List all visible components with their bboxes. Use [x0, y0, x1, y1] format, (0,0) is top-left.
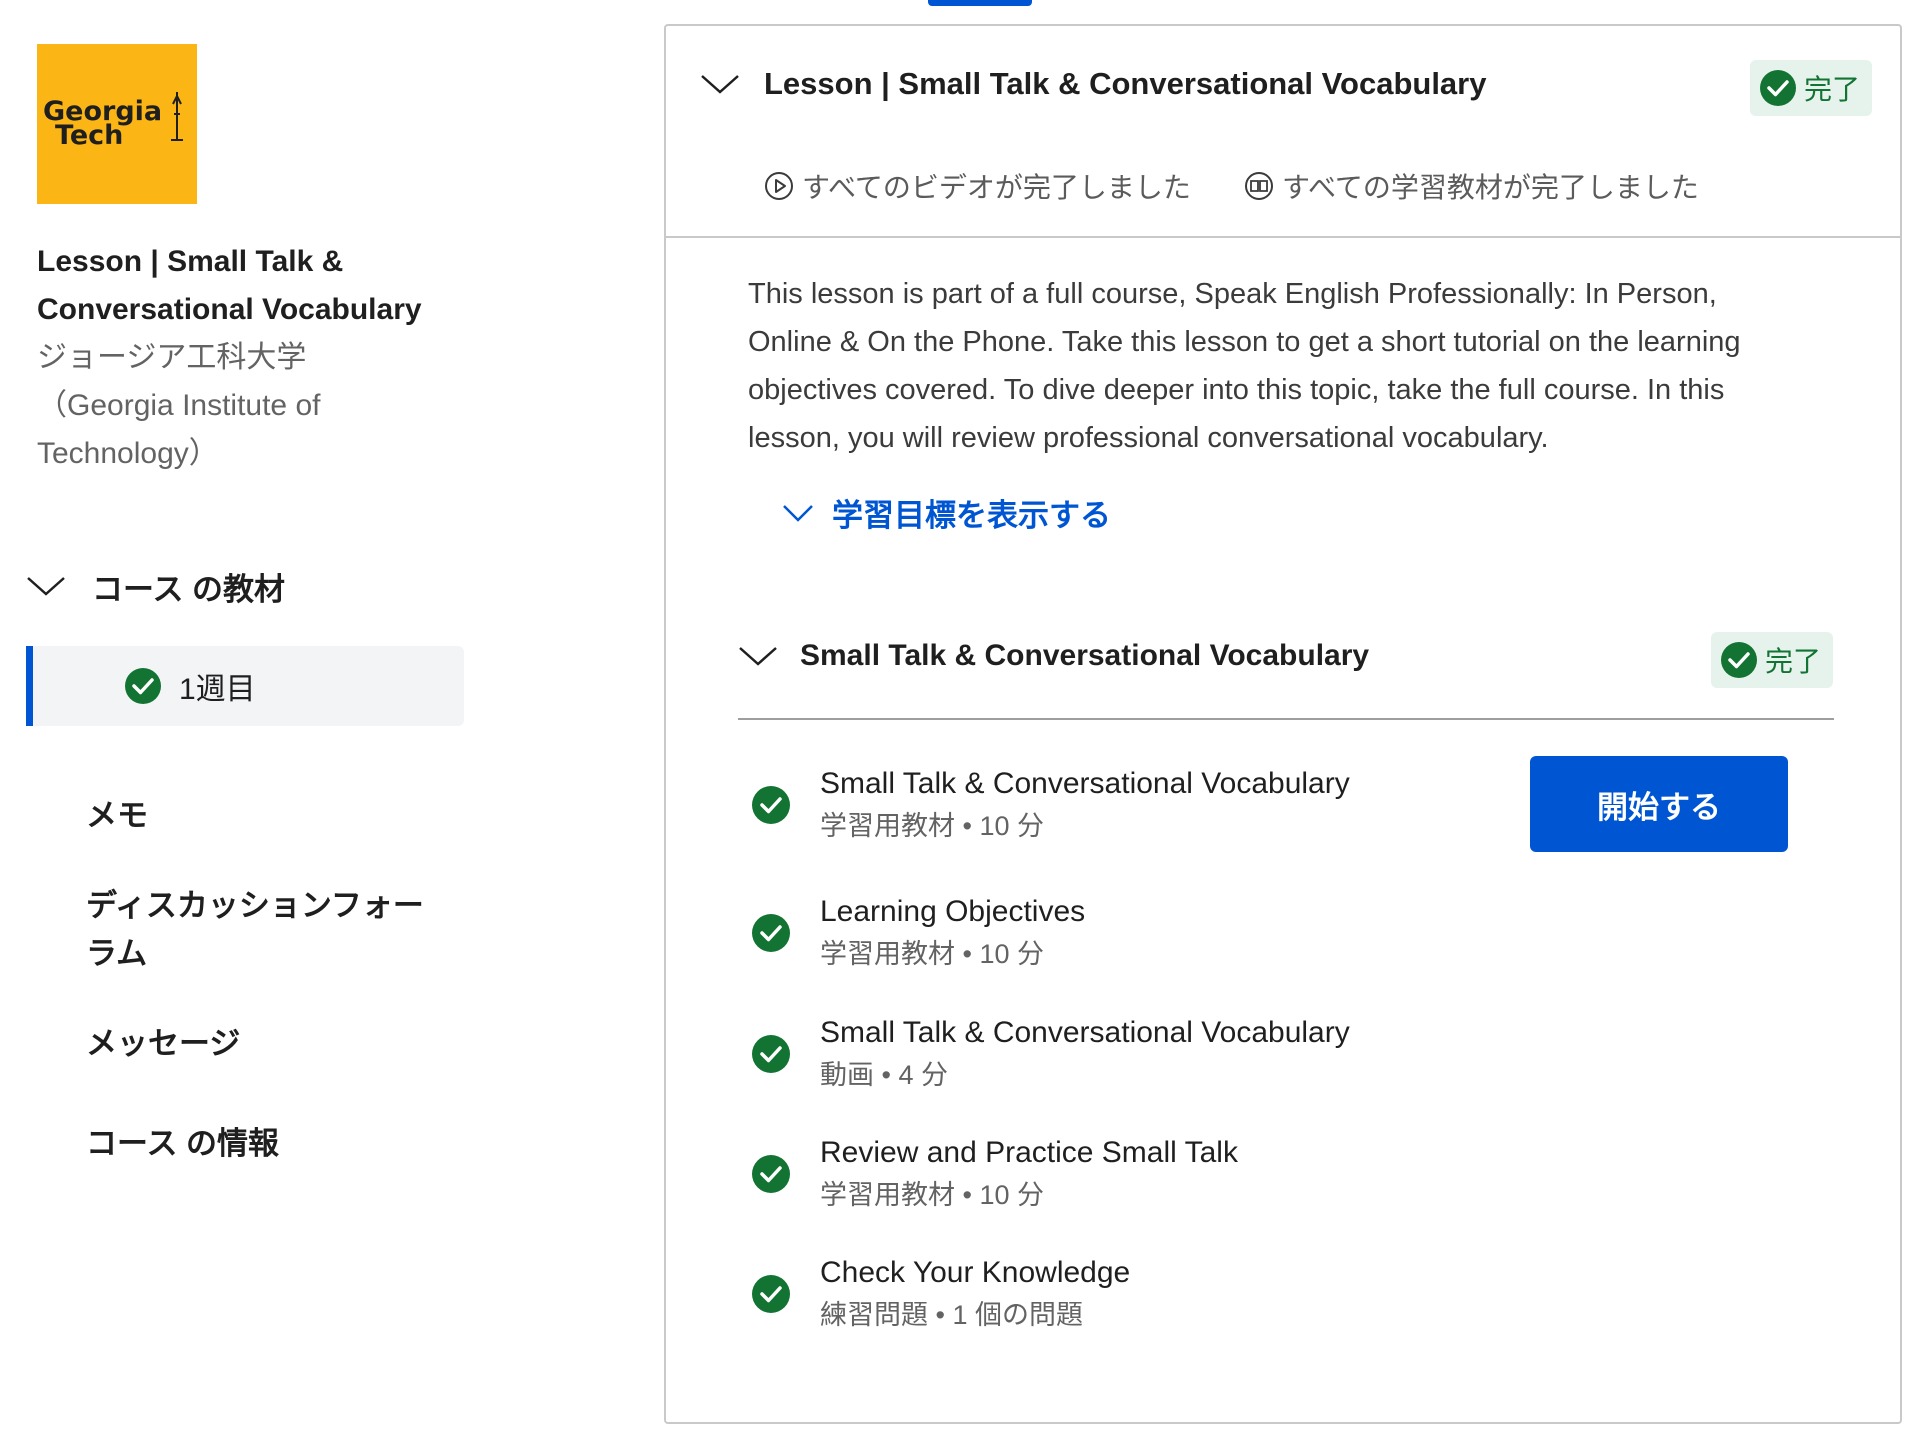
check-circle-icon	[752, 1035, 790, 1073]
item-meta: 学習用教材 • 10 分	[820, 939, 1044, 969]
play-circle-icon	[765, 172, 793, 200]
list-item[interactable]: Review and Practice Small Talk 学習用教材 • 1…	[752, 1131, 1812, 1231]
readings-status-label: すべての学習教材が完了しました	[1282, 172, 1699, 203]
videos-status-label: すべてのビデオが完了しました	[802, 172, 1191, 203]
sidebar: Georgia Tech Lesson | Small Talk & Conve…	[0, 0, 480, 1436]
active-tab-indicator	[928, 0, 1032, 6]
chevron-down-icon[interactable]	[738, 644, 778, 668]
lesson-card: Lesson | Small Talk & Conversational Voc…	[664, 24, 1902, 1424]
item-title: Small Talk & Conversational Vocabulary	[820, 1016, 1350, 1049]
sidebar-item-notes[interactable]: メモ	[86, 792, 446, 840]
sidebar-item-week-1[interactable]: 1週目	[26, 646, 464, 726]
start-button[interactable]: 開始する	[1530, 756, 1788, 852]
completed-badge: 完了	[1750, 60, 1873, 116]
completed-badge-label: 完了	[1804, 74, 1861, 105]
item-title: Check Your Knowledge	[820, 1256, 1131, 1289]
book-circle-icon	[1245, 172, 1273, 200]
module-divider	[738, 718, 1834, 720]
item-meta: 動画 • 4 分	[820, 1060, 948, 1090]
videos-status: すべてのビデオが完了しました	[764, 166, 1191, 206]
check-circle-icon	[1760, 70, 1796, 106]
course-materials-label: コース の教材	[92, 571, 286, 607]
week-label: 1週目	[179, 673, 256, 706]
sidebar-item-messages[interactable]: メッセージ	[86, 1020, 446, 1068]
module-title: Small Talk & Conversational Vocabulary	[800, 639, 1370, 672]
check-circle-icon	[752, 1275, 790, 1313]
item-meta: 学習用教材 • 10 分	[820, 1180, 1044, 1210]
sidebar-item-course-info[interactable]: コース の情報	[86, 1120, 446, 1168]
list-item[interactable]: Learning Objectives 学習用教材 • 10 分	[752, 890, 1812, 990]
show-learning-objectives-link[interactable]: 学習目標を表示する	[782, 490, 1111, 535]
list-item[interactable]: Check Your Knowledge 練習問題 • 1 個の問題	[752, 1251, 1812, 1351]
lesson-description: This lesson is part of a full course, Sp…	[748, 278, 1741, 454]
partner-name: ジョージア工科大学（Georgia Institute of Technolog…	[37, 341, 321, 470]
lesson-header: Lesson | Small Talk & Conversational Voc…	[666, 26, 1900, 238]
course-materials-toggle[interactable]: コース の教材	[26, 562, 285, 610]
sidebar-item-discussion-forum[interactable]: ディスカッションフォーラム	[86, 882, 446, 978]
list-item[interactable]: Small Talk & Conversational Vocabulary 動…	[752, 1011, 1812, 1111]
chevron-down-icon[interactable]	[700, 72, 740, 96]
module-completed-badge: 完了	[1711, 632, 1834, 688]
show-learning-objectives-label: 学習目標を表示する	[832, 498, 1111, 533]
item-title: Learning Objectives	[820, 895, 1086, 928]
item-meta: 練習問題 • 1 個の問題	[820, 1300, 1083, 1330]
item-meta: 学習用教材 • 10 分	[820, 811, 1044, 841]
logo-text-tech: Tech	[55, 120, 123, 151]
georgia-tech-logo: Georgia Tech	[37, 44, 197, 204]
check-circle-icon	[125, 668, 161, 704]
item-title: Small Talk & Conversational Vocabulary	[820, 767, 1350, 800]
item-title: Review and Practice Small Talk	[820, 1136, 1238, 1169]
check-circle-icon	[1721, 642, 1757, 678]
chevron-down-icon	[27, 577, 65, 596]
lesson-title: Lesson | Small Talk & Conversational Voc…	[764, 66, 1487, 101]
check-circle-icon	[752, 786, 790, 824]
chevron-down-icon	[783, 504, 813, 522]
module-completed-badge-label: 完了	[1765, 646, 1822, 677]
readings-status: すべての学習教材が完了しました	[1244, 166, 1699, 206]
check-circle-icon	[752, 914, 790, 952]
check-circle-icon	[752, 1155, 790, 1193]
course-title: Lesson | Small Talk & Conversational Voc…	[37, 245, 422, 326]
